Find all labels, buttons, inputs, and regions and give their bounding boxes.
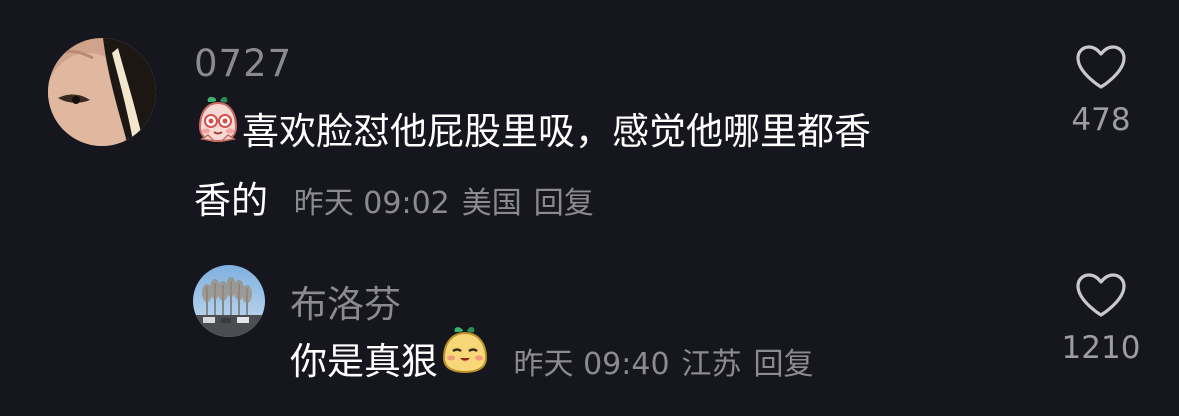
comment-body: 喜欢脸怼他屁股里吸，感觉他哪里都香 香的 昨天 09:02 美国 回复 — [194, 96, 1014, 237]
reply-item[interactable]: 布洛芬 你是真狠 昨天 09:40 江苏 回复 1210 — [0, 240, 1179, 416]
comment-text-continued: 香的 — [194, 179, 268, 222]
reply-button[interactable]: 回复 — [534, 186, 594, 221]
reply-body: 你是真狠 昨天 09:40 江苏 回复 — [290, 326, 826, 399]
blush-mochi-sticker — [194, 95, 242, 164]
heart-outline-icon — [1076, 45, 1126, 89]
reply-location: 江苏 — [681, 347, 742, 382]
comment-timestamp: 昨天 09:02 — [293, 186, 450, 221]
comment-username[interactable]: 0727 — [194, 42, 292, 85]
comment-item[interactable]: 0727 喜欢脸怼他屁股里吸，感觉他哪里都香 香的 昨天 09:02 美国 回复… — [0, 0, 1179, 240]
comment-location: 美国 — [461, 186, 522, 221]
avatar-photo — [48, 38, 156, 146]
reply-text: 你是真狠 — [290, 340, 438, 383]
avatar[interactable] — [48, 38, 156, 146]
avatar[interactable] — [193, 265, 265, 337]
avatar-photo — [193, 265, 265, 337]
heart-outline-icon — [1076, 273, 1126, 317]
comment-text: 喜欢脸怼他屁股里吸，感觉他哪里都香 — [242, 110, 871, 153]
reply-button[interactable]: 回复 — [754, 347, 814, 382]
like-count: 1210 — [1061, 330, 1141, 366]
reply-timestamp: 昨天 09:40 — [513, 347, 670, 382]
smug-mochi-sticker — [440, 324, 490, 395]
reply-username[interactable]: 布洛芬 — [290, 274, 401, 328]
like-button[interactable]: 478 — [1060, 44, 1142, 138]
like-count: 478 — [1071, 102, 1131, 138]
like-button[interactable]: 1210 — [1060, 272, 1142, 366]
